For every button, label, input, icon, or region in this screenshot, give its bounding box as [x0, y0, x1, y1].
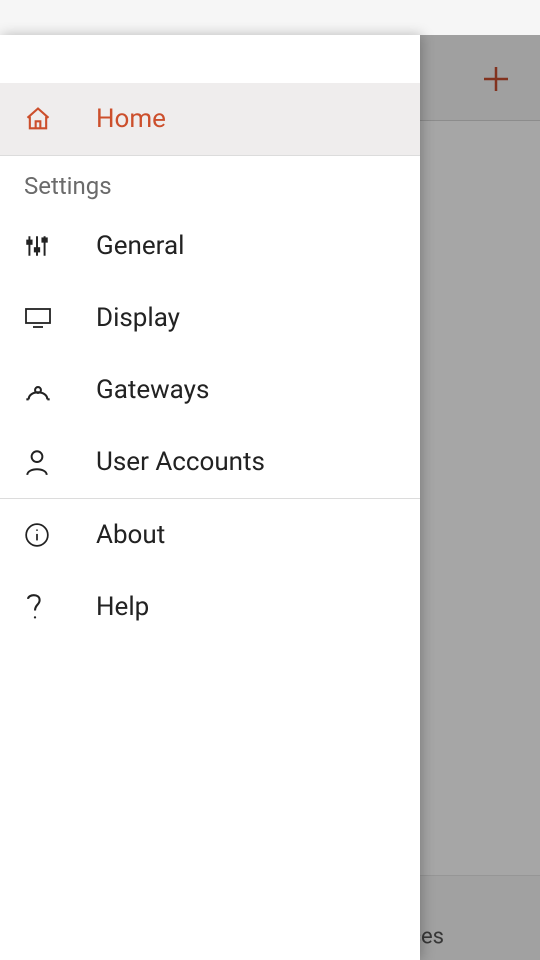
- drawer-item-label: About: [96, 520, 165, 550]
- screen: 5:35 ces Home S: [0, 0, 540, 960]
- gateway-icon: [24, 376, 96, 404]
- drawer-item-help[interactable]: Help: [0, 571, 420, 643]
- drawer-item-display[interactable]: Display: [0, 282, 420, 354]
- home-icon: [24, 105, 96, 133]
- drawer-item-label: Help: [96, 592, 149, 622]
- info-icon: [24, 522, 96, 548]
- drawer-item-label: Home: [96, 104, 166, 134]
- drawer-item-label: User Accounts: [96, 447, 265, 477]
- drawer-item-label: Gateways: [96, 375, 209, 405]
- drawer-item-general[interactable]: General: [0, 210, 420, 282]
- drawer-scrim[interactable]: [420, 35, 540, 960]
- monitor-icon: [24, 306, 96, 330]
- drawer-item-user-accounts[interactable]: User Accounts: [0, 426, 420, 498]
- navigation-drawer: Home Settings General: [0, 35, 420, 960]
- drawer-item-about[interactable]: About: [0, 499, 420, 571]
- drawer-item-label: General: [96, 231, 184, 261]
- help-icon: [24, 592, 96, 622]
- drawer-item-gateways[interactable]: Gateways: [0, 354, 420, 426]
- drawer-header: [0, 35, 420, 83]
- drawer-item-home[interactable]: Home: [0, 83, 420, 155]
- drawer-section-settings: Settings: [0, 156, 420, 210]
- sliders-icon: [24, 233, 96, 259]
- user-icon: [24, 448, 96, 476]
- drawer-item-label: Display: [96, 303, 180, 333]
